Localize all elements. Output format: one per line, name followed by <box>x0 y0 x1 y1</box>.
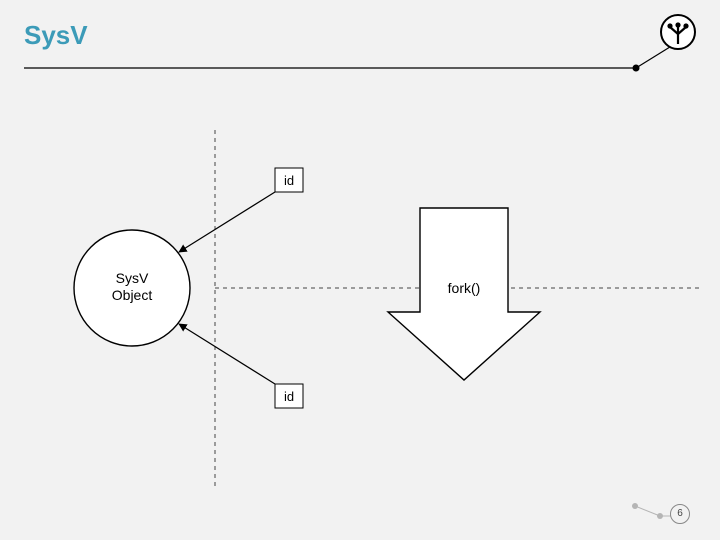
arrow-id-bottom <box>179 324 275 384</box>
id-box-bottom: id <box>275 384 303 408</box>
page-number: 6 <box>670 504 690 524</box>
sysv-object-node: SysV Object <box>74 230 190 346</box>
id-bottom-label: id <box>284 389 294 404</box>
sysv-object-label-line1: SysV <box>116 270 149 286</box>
id-top-label: id <box>284 173 294 188</box>
sysv-object-label-line2: Object <box>112 287 153 303</box>
diagram-canvas: SysV Object id id fork() <box>0 0 720 540</box>
fork-arrow: fork() <box>388 208 540 380</box>
logo-icon <box>661 15 695 49</box>
id-box-top: id <box>275 168 303 192</box>
arrow-id-top <box>179 192 275 252</box>
fork-label: fork() <box>448 280 481 296</box>
